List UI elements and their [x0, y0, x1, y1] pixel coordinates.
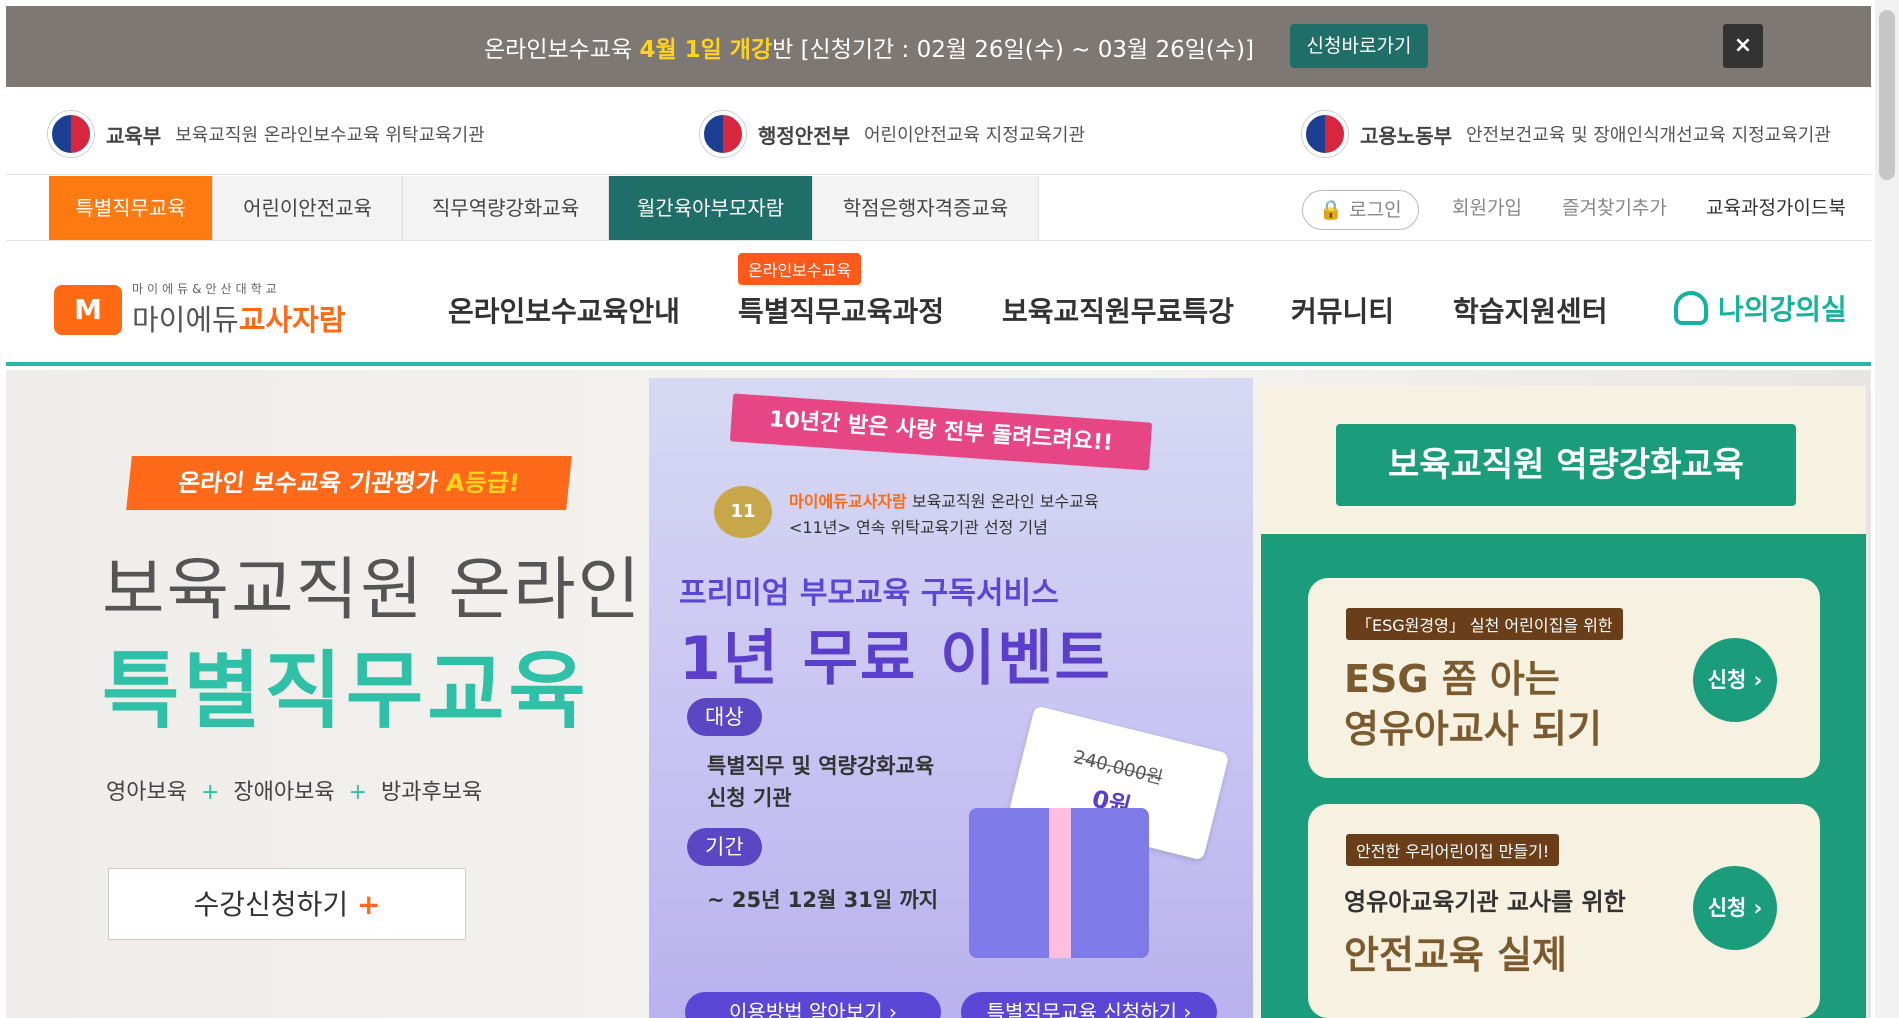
safety-card-sub: 영유아교육기관 교사를 위한 — [1344, 888, 1626, 916]
main-nav: M 마이에듀&안산대학교 마이에듀교사자람 온라인보수교육안내 온라인보수교육 … — [6, 242, 1871, 366]
close-icon[interactable]: × — [1723, 24, 1763, 68]
period-text: ~ 25년 12월 31일 까지 — [707, 888, 939, 912]
tab-parenting[interactable]: 월간육아부모자람 — [609, 176, 813, 240]
esg-card-title: 영유아교사 되기 — [1344, 707, 1602, 751]
safety-apply-button[interactable]: 신청 › — [1693, 866, 1777, 950]
enroll-button[interactable]: 수강신청하기 + — [108, 868, 466, 940]
user-icon — [1674, 291, 1708, 325]
safety-card-title: 안전교육 실제 — [1344, 933, 1567, 977]
tab-competency[interactable]: 직무역량강화교육 — [403, 176, 609, 240]
event-banner[interactable]: 10년간 받은 사랑 전부 돌려드려요!! 11 마이에듀교사자람 보육교직원 … — [649, 378, 1253, 1018]
tab-child-safety[interactable]: 어린이안전교육 — [213, 176, 403, 240]
event-line2: <11년> 연속 위탁교육기관 선정 기념 — [789, 518, 1048, 537]
ministry-name: 행정안전부 — [758, 123, 850, 148]
safety-card-label: 안전한 우리어린이집 만들기! — [1346, 834, 1560, 866]
ministry-name: 고용노동부 — [1360, 123, 1452, 148]
bookmark-link[interactable]: 즐겨찾기추가 — [1562, 176, 1667, 240]
notice-bar: 온라인보수교육 4월 1일 개강반 [신청기간 : 02월 26일(수) ~ 0… — [6, 6, 1871, 87]
notice-text: 온라인보수교육 4월 1일 개강반 [신청기간 : 02월 26일(수) ~ 0… — [484, 37, 1254, 63]
ministry-desc: 어린이안전교육 지정교육기관 — [864, 125, 1086, 146]
target-text: 신청 기관 — [707, 786, 792, 810]
taegeuk-emblem-icon — [1302, 111, 1348, 157]
how-to-button[interactable]: 이용방법 알아보기 › — [685, 992, 941, 1018]
tab-special-duty[interactable]: 특별직무교육 — [49, 176, 213, 240]
gov-row: 교육부 보육교직원 온라인보수교육 위탁교육기관 행정안전부 어린이안전교육 지… — [6, 87, 1871, 175]
esg-apply-button[interactable]: 신청 › — [1693, 638, 1777, 722]
nav-item-guide[interactable]: 온라인보수교육안내 — [448, 290, 680, 330]
gov-item-moel: 고용노동부 안전보건교육 및 장애인식개선교육 지정교육기관 — [1302, 111, 1831, 157]
logo-subtitle: 마이에듀&안산대학교 — [132, 282, 281, 296]
nav-item-free-lecture[interactable]: 보육교직원무료특강 — [1002, 290, 1234, 330]
taegeuk-emblem-icon — [48, 111, 94, 157]
event-title-small: 프리미엄 부모교육 구독서비스 — [679, 576, 1059, 611]
esg-card-label: 「ESG원경영」 실천 어린이집을 위한 — [1346, 608, 1623, 640]
page: 온라인보수교육 4월 1일 개강반 [신청기간 : 02월 26일(수) ~ 0… — [6, 6, 1871, 1018]
login-label: 로그인 — [1349, 199, 1402, 221]
lock-icon: 🔒 — [1319, 199, 1344, 221]
hero-subtitle: 특별직무교육 — [102, 642, 590, 740]
nav-item-community[interactable]: 커뮤니티 — [1291, 290, 1394, 330]
join-link[interactable]: 회원가입 — [1452, 176, 1522, 240]
gov-item-mois: 행정안전부 어린이안전교육 지정교육기관 — [700, 111, 1085, 157]
event-line1: 마이에듀교사자람 보육교직원 온라인 보수교육 — [789, 492, 1099, 511]
ministry-name: 교육부 — [106, 123, 162, 148]
competency-banner: 보육교직원 역량강화교육 「ESG원경영」 실천 어린이집을 위한 ESG 쫌 … — [1261, 386, 1866, 1018]
scrollbar-thumb[interactable] — [1879, 10, 1895, 180]
period-pill: 기간 — [687, 828, 762, 866]
taegeuk-emblem-icon — [700, 111, 746, 157]
category-label: 방과후보육 — [381, 780, 483, 805]
category-label: 장애아보육 — [233, 780, 335, 805]
nav-item-special[interactable]: 특별직무교육과정 — [738, 290, 944, 330]
gift-box-icon — [969, 808, 1149, 958]
my-classroom-label: 나의강의실 — [1718, 293, 1847, 326]
event-title: 1년 무료 이벤트 — [679, 624, 1112, 694]
plus-icon: + — [348, 780, 368, 805]
logo-name: 마이에듀교사자람 — [132, 303, 346, 337]
gov-item-moe: 교육부 보육교직원 온라인보수교육 위탁교육기관 — [48, 111, 485, 157]
hero-left: 온라인 보수교육 기관평가 A등급! 보육교직원 온라인 보수교육 특별직무교육… — [6, 370, 656, 1018]
site-logo[interactable]: M 마이에듀&안산대학교 마이에듀교사자람 — [54, 280, 345, 339]
esg-card-title: ESG 쫌 아는 — [1344, 657, 1560, 701]
page-scrollbar[interactable] — [1875, 0, 1899, 1018]
nav-tag-badge: 온라인보수교육 — [738, 253, 862, 285]
safety-card[interactable]: 안전한 우리어린이집 만들기! 영유아교육기관 교사를 위한 안전교육 실제 신… — [1308, 804, 1820, 1018]
special-apply-button[interactable]: 특별직무교육 신청하기 › — [961, 992, 1217, 1018]
category-label: 영아보육 — [106, 780, 187, 805]
my-classroom-link[interactable]: 나의강의실 — [1674, 288, 1847, 328]
hero-categories: 영아보육 + 장애아보육 + 방과후보육 — [106, 774, 482, 806]
anniversary-badge-icon: 11 — [714, 486, 772, 538]
nav-item-support[interactable]: 학습지원센터 — [1453, 290, 1608, 330]
logo-mark-icon: M — [54, 284, 122, 335]
login-button[interactable]: 🔒 로그인 — [1302, 190, 1419, 230]
ministry-desc: 보육교직원 온라인보수교육 위탁교육기관 — [175, 125, 485, 146]
ministry-desc: 안전보건교육 및 장애인식개선교육 지정교육기관 — [1466, 125, 1831, 146]
target-pill: 대상 — [687, 698, 762, 736]
event-ribbon: 10년간 받은 사랑 전부 돌려드려요!! — [729, 393, 1153, 471]
notice-apply-button[interactable]: 신청바로가기 — [1290, 24, 1428, 68]
grade-ribbon: 온라인 보수교육 기관평가 A등급! — [126, 456, 572, 510]
guide-link[interactable]: 교육과정가이드북 — [1706, 176, 1846, 240]
hero-title: 보육교직원 온라인 보수교육 — [102, 551, 656, 630]
tab-credit-bank[interactable]: 학점은행자격증교육 — [813, 176, 1039, 240]
site-tabs: 특별직무교육 어린이안전교육 직무역량강화교육 월간육아부모자람 학점은행자격증… — [6, 176, 1871, 241]
plus-icon: + — [200, 780, 220, 805]
target-text: 특별직무 및 역량강화교육 — [707, 754, 935, 778]
competency-title: 보육교직원 역량강화교육 — [1336, 424, 1796, 506]
esg-card[interactable]: 「ESG원경영」 실천 어린이집을 위한 ESG 쫌 아는 영유아교사 되기 신… — [1308, 578, 1820, 778]
plus-icon: + — [357, 888, 381, 921]
